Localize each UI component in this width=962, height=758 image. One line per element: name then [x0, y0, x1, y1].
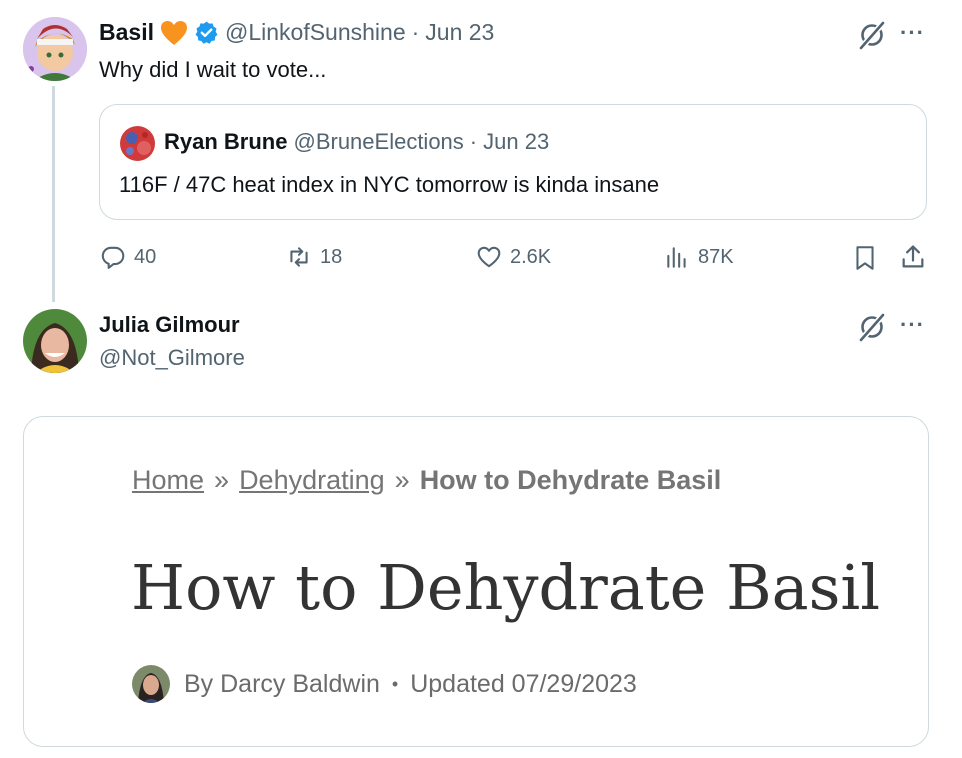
article-byline: By Darcy Baldwin • Updated 07/29/2023 [132, 665, 637, 703]
quote-display-name[interactable]: Ryan Brune [164, 129, 287, 155]
byline-author: By Darcy Baldwin [184, 669, 380, 698]
post1-display-name[interactable]: Basil [99, 19, 154, 46]
orange-heart-icon [160, 20, 188, 46]
reply-count: 40 [134, 245, 157, 268]
repost-count: 18 [320, 245, 343, 268]
views-icon [667, 247, 686, 268]
share-icon[interactable] [899, 243, 927, 276]
breadcrumb-separator: » [214, 465, 230, 495]
post1-text: Why did I wait to vote... [99, 57, 327, 82]
breadcrumb-home-link[interactable]: Home [132, 465, 204, 495]
repost-button[interactable]: 18 [286, 244, 342, 270]
thread-connector-line [52, 86, 55, 302]
quoted-post-card[interactable]: Ryan Brune @BruneElections · Jun 23 116F… [99, 104, 927, 220]
post1-date[interactable]: Jun 23 [425, 19, 494, 46]
quote-date[interactable]: Jun 23 [483, 129, 549, 155]
avatar-ryan-brune[interactable] [120, 126, 155, 161]
quote-text: 116F / 47C heat index in NYC tomorrow is… [119, 172, 660, 197]
author-avatar [132, 665, 170, 703]
reply-button[interactable]: 40 [100, 244, 156, 270]
breadcrumb: Home » Dehydrating » How to Dehydrate Basil [132, 465, 721, 496]
post1-dot: · [411, 19, 420, 45]
post1-handle[interactable]: @LinkofSunshine [225, 19, 406, 46]
grok-icon[interactable] [856, 19, 888, 56]
post2-display-name[interactable]: Julia Gilmour [99, 312, 240, 338]
avatar-ryan-brune-image [120, 126, 155, 161]
quote-header: Ryan Brune @BruneElections · Jun 23 [164, 129, 549, 155]
avatar-julia-gilmour-image [23, 309, 87, 373]
like-count: 2.6K [510, 245, 552, 268]
article-title: How to Dehydrate Basil [131, 551, 881, 624]
avatar-julia-gilmour[interactable] [23, 309, 87, 373]
like-button[interactable]: 2.6K [476, 244, 551, 270]
views-count: 87K [698, 245, 734, 268]
more-options-icon-post2[interactable]: ··· [900, 312, 925, 338]
heart-icon [477, 246, 501, 268]
post2-handle[interactable]: @Not_Gilmore [99, 345, 245, 371]
link-preview-card[interactable]: Home» Dehydrating» How to Dehydrate Basil … [23, 416, 929, 747]
avatar-basil-image [23, 17, 87, 81]
avatar-basil[interactable] [23, 17, 87, 81]
quote-dot: · [469, 129, 478, 154]
byline-updated: Updated 07/29/2023 [410, 669, 637, 698]
views-button[interactable]: 87K [664, 244, 734, 270]
more-options-icon[interactable]: ··· [900, 20, 925, 46]
grok-icon-post2[interactable] [856, 311, 888, 348]
byline-bullet: • [391, 673, 399, 694]
breadcrumb-dehydrating-link[interactable]: Dehydrating [239, 465, 385, 495]
repost-icon [290, 247, 308, 267]
bookmark-icon[interactable] [852, 244, 878, 277]
quote-handle[interactable]: @BruneElections [293, 129, 463, 155]
breadcrumb-separator: » [394, 465, 410, 495]
reply-icon [101, 246, 125, 269]
verified-badge-icon[interactable] [194, 20, 219, 45]
breadcrumb-current: How to Dehydrate Basil [419, 465, 722, 495]
post1-header: Basil @LinkofSunshine · Jun 23 [99, 19, 494, 46]
